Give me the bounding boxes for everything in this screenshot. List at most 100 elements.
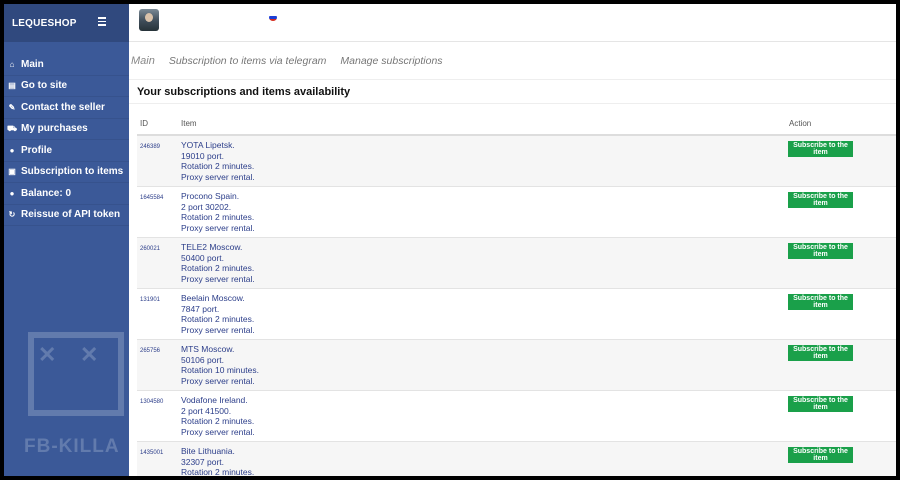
breadcrumb-tabs: Main Subscription to items via telegram … [129,42,896,80]
item-description-line: Proxy server rental. [181,324,255,335]
item-description-line: Rotation 2 minutes. [181,212,255,222]
table-row: 1645584 Procono Spain. 2 port 30202. Rotati… [137,187,896,238]
item-description-line: Rotation 2 minutes. [181,467,255,476]
column-header-item: Item [181,118,197,128]
main-content: Your subscriptions and items availabilit… [129,80,896,476]
item-action: Subscribe to the item [785,136,896,186]
bell-icon: ▣ [8,167,16,177]
home-icon: ⌂ [9,59,15,69]
sidebar-item-subscription-to-items[interactable]: ▣ Subscription to items [4,162,129,183]
sidebar-item-contact-the-seller[interactable]: ✎ Contact the seller [4,97,129,119]
table-row: 260021 TELE2 Moscow. 50400 port. Rotation 2… [137,238,896,289]
user-icon: ● [9,145,15,155]
item-action: Subscribe to the item [785,187,896,237]
watermark-x-icon: ✕ [80,342,99,367]
item-description-line: Procono Spain. [181,191,240,201]
sidebar-item-profile[interactable]: ● Profile [4,140,129,162]
tab-manage-subscriptions[interactable]: Manage subscriptions [340,55,442,67]
item-description-line: Rotation 2 minutes. [181,416,255,426]
sidebar: LEQUESHOP ⌂ Main ▤ Go to site ✎ Contact the s… [4,4,129,476]
item-description-line: Proxy server rental. [181,222,255,233]
watermark-x-icon: ✕ [38,342,57,367]
sidebar-menu: ⌂ Main ▤ Go to site ✎ Contact the seller ⛟ My p… [4,54,129,226]
flag-stripe-red [269,18,277,21]
table-body: 246389 YOTA Lipetsk. 19010 port. Rotation 2… [137,136,896,476]
watermark: ✕ ✕ FB-KILLA [24,328,129,476]
item-description-line: TELE2 Moscow. [181,242,243,252]
item-action: Subscribe to the item [785,442,896,476]
item-description-line: MTS Moscow. [181,344,235,354]
subscribe-button[interactable]: Subscribe to the item [788,243,853,259]
user-avatar[interactable] [139,9,159,31]
table-row: 246389 YOTA Lipetsk. 19010 port. Rotation 2… [137,136,896,187]
cart-icon: ⛟ [6,123,18,133]
subscriptions-table: ID Item Action 246389 YOTA Lipetsk. 19010 … [137,112,896,476]
sidebar-item-label: Contact the seller [21,101,105,113]
table-row: 1304580 Vodafone Ireland. 2 port 41500. Rot… [137,391,896,442]
item-id: 131901 [140,297,161,303]
item-description-line: Beelain Moscow. [181,293,245,303]
item-action: Subscribe to the item [785,391,896,441]
subscribe-button[interactable]: Subscribe to the item [788,192,853,208]
item-description: Beelain Moscow. 7847 port. Rotation 2 minu… [181,289,785,339]
item-description-line: Proxy server rental. [181,273,255,284]
table-row: 265756 MTS Moscow. 50106 port. Rotation 10 … [137,340,896,391]
subscribe-button[interactable]: Subscribe to the item [788,294,853,310]
table-row: 131901 Beelain Moscow. 7847 port. Rotation … [137,289,896,340]
sidebar-item-label: Profile [21,144,53,156]
tab-main[interactable]: Main [131,55,155,67]
sidebar-item-label: Main [21,58,44,70]
refresh-icon: ↻ [8,210,16,220]
item-description: TELE2 Moscow. 50400 port. Rotation 2 minut… [181,238,785,288]
item-description: Vodafone Ireland. 2 port 41500. Rotation 2… [181,391,785,441]
subscribe-button[interactable]: Subscribe to the item [788,345,853,361]
item-description-line: 2 port 30202. [181,201,232,212]
item-id: 1304580 [140,399,164,405]
item-description: MTS Moscow. 50106 port. Rotation 10 minute… [181,340,785,390]
sidebar-item-main[interactable]: ⌂ Main [4,54,129,76]
item-id: 260021 [140,246,161,252]
item-description-line: Proxy server rental. [181,426,255,437]
item-action: Subscribe to the item [785,238,896,288]
sidebar-item-balance-0[interactable]: ● Balance: 0 [4,183,129,205]
table-row: 1435001 Bite Lithuania. 32307 port. Rotatio… [137,442,896,476]
top-bar [129,4,896,42]
item-id: 246389 [140,144,161,150]
item-action: Subscribe to the item [785,340,896,390]
wallet-icon: ● [9,188,15,198]
item-id: 1435001 [140,450,164,456]
sidebar-item-my-purchases[interactable]: ⛟ My purchases [4,119,129,140]
sidebar-item-reissue-of-api-token[interactable]: ↻ Reissue of API token [4,205,129,226]
tab-telegram-subscription[interactable]: Subscription to items via telegram [169,55,327,67]
item-description-line: Proxy server rental. [181,375,255,386]
brand-logo[interactable]: LEQUESHOP [4,4,129,42]
hamburger-menu-icon[interactable] [98,17,106,27]
sidebar-item-label: Subscription to items [21,166,124,178]
item-description-line: 50106 port. [181,354,225,365]
sidebar-item-go-to-site[interactable]: ▤ Go to site [4,76,129,97]
page-title: Your subscriptions and items availabilit… [129,80,896,104]
item-description-line: 32307 port. [181,456,225,467]
column-header-id: ID [140,118,148,128]
sidebar-item-label: Reissue of API token [21,209,121,221]
column-header-action: Action [789,118,812,128]
table-header: ID Item Action [137,112,896,136]
item-description-line: YOTA Lipetsk. [181,140,235,150]
watermark-text: FB-KILLA [24,436,120,457]
item-description-line: Proxy server rental. [181,171,255,182]
language-flag-icon[interactable] [269,14,277,21]
subscribe-button[interactable]: Subscribe to the item [788,447,853,463]
item-id: 1645584 [140,195,164,201]
subscribe-button[interactable]: Subscribe to the item [788,396,853,412]
subscribe-button[interactable]: Subscribe to the item [788,141,853,157]
item-description-line: 2 port 41500. [181,405,232,416]
item-description: YOTA Lipetsk. 19010 port. Rotation 2 minut… [181,136,785,186]
item-description-line: Bite Lithuania. [181,446,235,456]
item-description-line: Vodafone Ireland. [181,395,248,405]
app-window: LEQUESHOP ⌂ Main ▤ Go to site ✎ Contact the s… [4,4,896,476]
sidebar-item-label: Balance: 0 [21,187,72,199]
item-id: 265756 [140,348,161,354]
item-description-line: Rotation 10 minutes. [181,365,259,375]
item-description-line: Rotation 2 minutes. [181,314,255,324]
item-description-line: Rotation 2 minutes. [181,161,255,171]
